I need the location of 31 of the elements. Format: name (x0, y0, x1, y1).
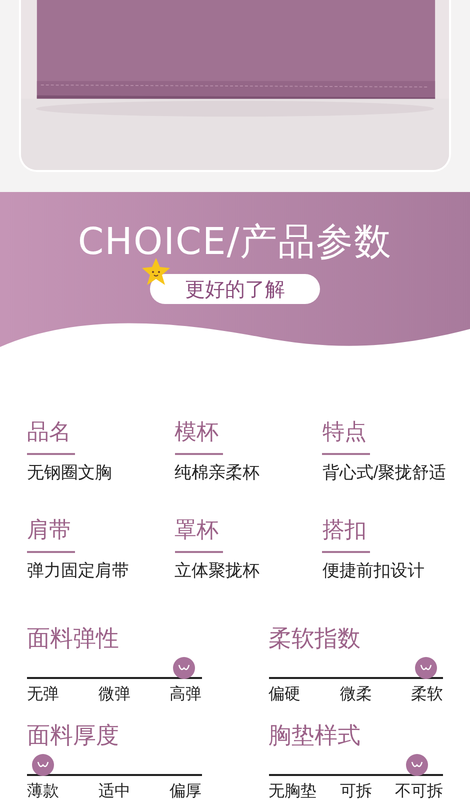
scale-tick-label: 柔软 (411, 685, 443, 705)
param-value: 无钢圈文胸 (27, 462, 112, 484)
scale-tick-label: 薄款 (27, 782, 59, 800)
param-label: 品名 (27, 418, 71, 446)
param-label: 搭扣 (322, 516, 366, 544)
param-value: 立体聚拢杯 (174, 560, 260, 582)
scale-tick-label: 偏硬 (268, 685, 300, 705)
param-label: 模杯 (174, 418, 219, 446)
scale-title: 面料弹性 (27, 624, 119, 653)
scale-tick-label: 可拆 (340, 782, 372, 800)
scale-tick-label: 微柔 (340, 685, 372, 705)
subtitle: 更好的了解 (185, 276, 285, 303)
param-value: 纯棉亲柔杯 (174, 462, 260, 484)
section-title: CHOICE/产品参数 (78, 219, 392, 265)
scale-tick-label: 不可拆 (395, 782, 443, 800)
param-value: 便捷前扣设计 (322, 560, 424, 582)
scale-title: 面料厚度 (27, 721, 119, 750)
param-label: 特点 (322, 418, 366, 446)
scale-tick-label: 微弹 (98, 684, 130, 705)
scale-tick-label: 高弹 (170, 684, 202, 705)
param-label: 肩带 (27, 516, 71, 544)
scale-tick-label: 无弹 (27, 684, 59, 705)
scale-title: 胸垫样式 (268, 721, 360, 750)
param-label: 罩杯 (174, 516, 219, 544)
scale-tick-label: 偏厚 (170, 782, 202, 800)
param-value: 背心式/聚拢舒适 (322, 462, 446, 484)
scale-title: 柔软指数 (268, 624, 360, 653)
scale-tick-label: 适中 (98, 782, 130, 800)
star-icon (140, 256, 172, 288)
scale-tick-label: 无胸垫 (268, 782, 316, 800)
param-value: 弹力固定肩带 (27, 560, 129, 582)
